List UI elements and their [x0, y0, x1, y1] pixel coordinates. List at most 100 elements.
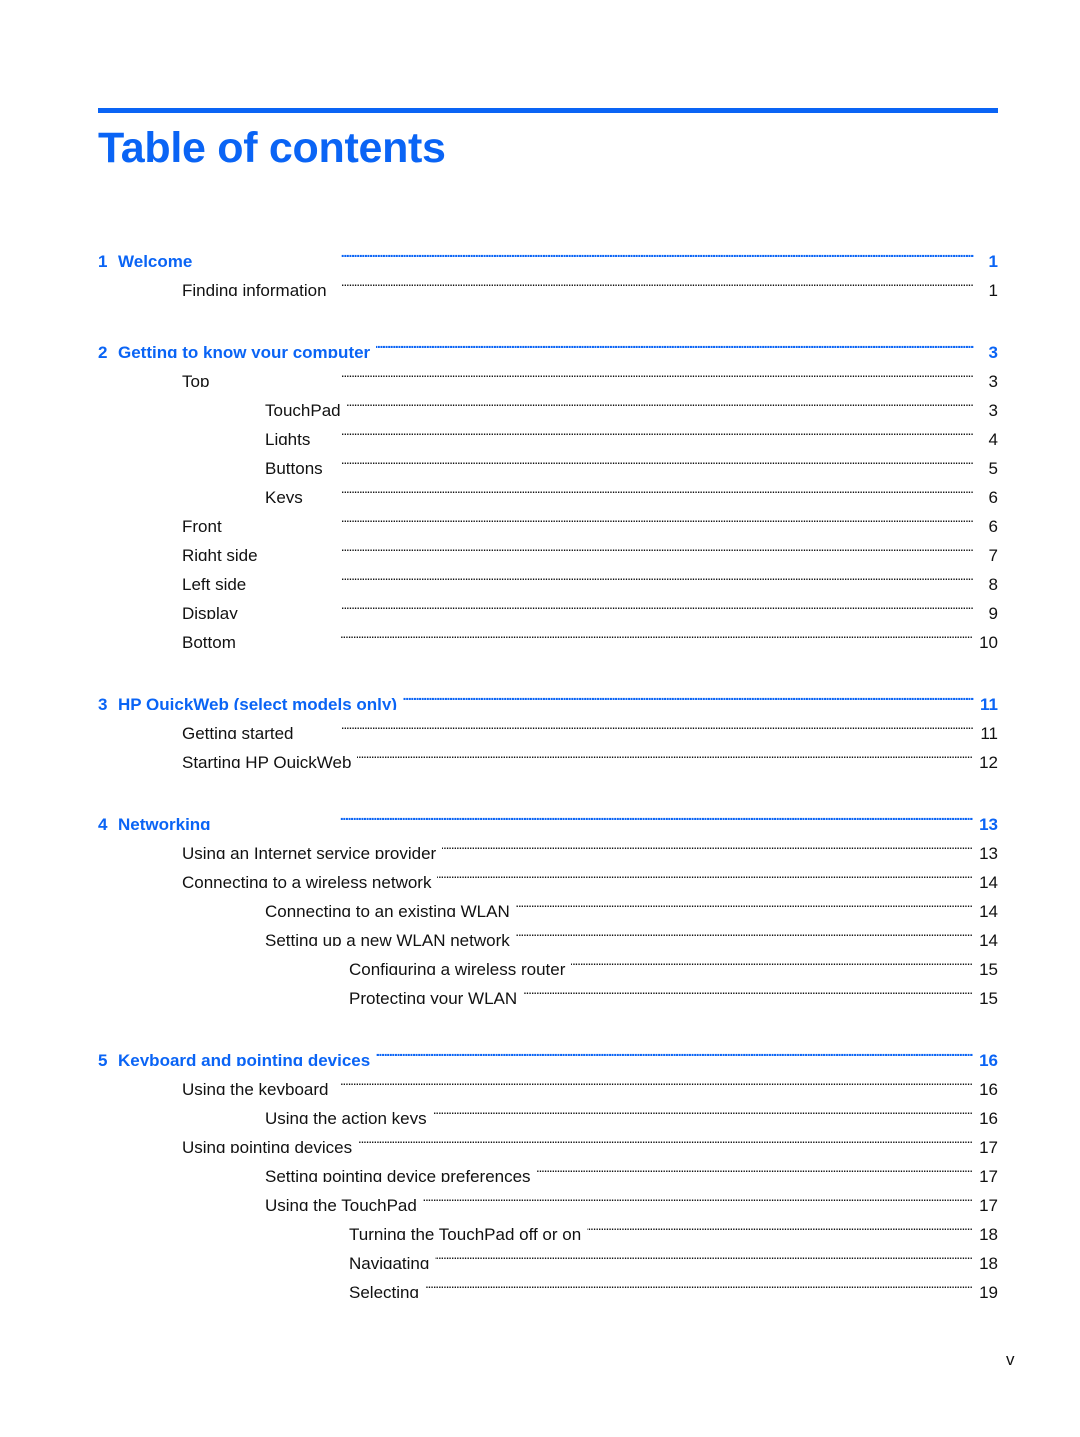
toc-entry[interactable]: TouchPad 3 — [98, 387, 998, 416]
toc-entry[interactable]: Setting up a new WLAN network 14 — [98, 917, 998, 946]
toc-entry[interactable]: Front 6 — [98, 503, 998, 532]
toc-entry-text: Left side — [182, 575, 247, 590]
toc-chapter-entry[interactable]: 1 Welcome 1 — [98, 238, 998, 267]
toc-entry[interactable]: Navigating 18 — [98, 1240, 998, 1269]
toc-entry[interactable]: Getting started 11 — [98, 710, 998, 739]
toc-entry-text: Display — [182, 604, 238, 619]
dot-leader — [242, 619, 973, 648]
toc-page-number: 7 — [988, 546, 998, 561]
toc-page-number: 16 — [979, 1080, 998, 1095]
toc-entry[interactable]: Keys 6 — [98, 474, 998, 503]
toc-entry[interactable]: Configuring a wireless router 15 — [98, 946, 998, 975]
toc-chapter-entry[interactable]: 4 Networking 13 — [98, 801, 998, 830]
toc-entry-text: Right side — [182, 546, 258, 561]
dot-leader — [358, 1124, 973, 1153]
toc-entry-label: Connecting to an existing WLAN — [98, 897, 516, 917]
toc-entry[interactable]: Starting HP QuickWeb 12 — [98, 739, 998, 768]
toc-entry[interactable]: Protecting your WLAN 15 — [98, 975, 998, 1004]
chapter-number: 4 — [98, 815, 108, 830]
chapter-number: 3 — [98, 695, 108, 710]
toc-entry-label: Left side — [98, 570, 252, 590]
toc-entry[interactable]: Connecting to an existing WLAN 14 — [98, 888, 998, 917]
dot-leader — [198, 238, 974, 267]
toc-page-number: 3 — [988, 401, 998, 416]
dot-leader — [376, 1037, 973, 1066]
toc-entry-label: Protecting your WLAN — [98, 984, 523, 1004]
dot-leader — [228, 503, 974, 532]
toc-page-number: 11 — [980, 724, 998, 739]
toc-entry-label: TouchPad — [98, 396, 347, 416]
toc-entry[interactable]: Using an Internet service provider 13 — [98, 830, 998, 859]
dot-leader — [357, 739, 973, 768]
toc-entry-text: Using the action keys — [265, 1109, 427, 1124]
toc-entry-label: 1 Welcome — [98, 247, 198, 267]
toc-page-number: 16 — [979, 1109, 998, 1124]
toc-entry[interactable]: Buttons 5 — [98, 445, 998, 474]
toc-entry-label: Starting HP QuickWeb — [98, 748, 357, 768]
toc-entry[interactable]: Left side 8 — [98, 561, 998, 590]
toc-entry-text: Buttons — [265, 459, 323, 474]
toc-entry-label: Using an Internet service provider — [98, 839, 442, 859]
dot-leader — [437, 859, 973, 888]
toc-entry[interactable]: Selecting 19 — [98, 1269, 998, 1298]
dot-leader — [442, 830, 973, 859]
toc-entry[interactable]: Using the action keys 16 — [98, 1095, 998, 1124]
toc-entry[interactable]: Using pointing devices 17 — [98, 1124, 998, 1153]
toc-page-number: 13 — [979, 815, 998, 830]
toc-page-number: 14 — [979, 873, 998, 888]
toc-entry[interactable]: Bottom 10 — [98, 619, 998, 648]
toc-entry-text: Using an Internet service provider — [182, 844, 437, 859]
page-title: Table of contents — [98, 124, 446, 172]
toc-entry-label: Connecting to a wireless network — [98, 868, 437, 888]
toc-entry-label: Finding information — [98, 276, 333, 296]
dot-leader — [329, 445, 974, 474]
toc-page-number: 17 — [979, 1167, 998, 1182]
toc-entry-text: Configuring a wireless router — [349, 960, 566, 975]
toc-entry-label: Buttons — [98, 454, 329, 474]
toc-entry[interactable]: Turning the TouchPad off or on 18 — [98, 1211, 998, 1240]
toc-chapter-entry[interactable]: 2 Getting to know your computer 3 — [98, 329, 998, 358]
chapter-number: 1 — [98, 252, 108, 267]
toc-entry[interactable]: Using the keyboard 16 — [98, 1066, 998, 1095]
toc-page-number: 9 — [988, 604, 998, 619]
toc-chapter-entry[interactable]: 3 HP QuickWeb (select models only) 11 — [98, 681, 998, 710]
dot-leader — [587, 1211, 973, 1240]
toc-page-number: 8 — [988, 575, 998, 590]
dot-leader — [300, 710, 974, 739]
toc-entry-text: Setting pointing device preferences — [265, 1167, 531, 1182]
toc-page-number: 19 — [979, 1283, 998, 1298]
dot-leader — [433, 1095, 973, 1124]
toc-page-number: 13 — [979, 844, 998, 859]
toc-page-number: 12 — [979, 753, 998, 768]
toc-entry-label: Navigating — [98, 1249, 435, 1269]
toc-page-number: 15 — [979, 960, 998, 975]
toc-chapter-entry[interactable]: 5 Keyboard and pointing devices 16 — [98, 1037, 998, 1066]
toc-entry[interactable]: Display 9 — [98, 590, 998, 619]
toc-page-number: 6 — [988, 488, 998, 503]
toc-page-number: 17 — [979, 1138, 998, 1153]
toc-page-number: 1 — [988, 252, 998, 267]
toc-entry[interactable]: Right side 7 — [98, 532, 998, 561]
toc-page-number: 17 — [979, 1196, 998, 1211]
toc-entry[interactable]: Using the TouchPad 17 — [98, 1182, 998, 1211]
dot-leader — [425, 1269, 973, 1298]
toc-entry-label: 4 Networking — [98, 810, 217, 830]
toc-entry-label: Turning the TouchPad off or on — [98, 1220, 587, 1240]
toc-page-number: 18 — [979, 1225, 998, 1240]
toc-page-number: 5 — [988, 459, 998, 474]
toc-entry[interactable]: Lights 4 — [98, 416, 998, 445]
toc-entry-text: HP QuickWeb (select models only) — [118, 695, 398, 710]
dot-leader — [252, 561, 974, 590]
dot-leader — [376, 329, 974, 358]
toc-entry[interactable]: Setting pointing device preferences 17 — [98, 1153, 998, 1182]
toc-entry[interactable]: Connecting to a wireless network 14 — [98, 859, 998, 888]
toc-page-number: 3 — [988, 343, 998, 358]
toc-entry-text: Using pointing devices — [182, 1138, 353, 1153]
toc-entry-label: Selecting — [98, 1278, 425, 1298]
dot-leader — [215, 358, 974, 387]
toc-entry[interactable]: Finding information 1 — [98, 267, 998, 296]
toc-entry-label: Configuring a wireless router — [98, 955, 571, 975]
toc-page-number: 15 — [979, 989, 998, 1004]
toc-entry[interactable]: Top 3 — [98, 358, 998, 387]
toc-entry-text: Getting started — [182, 724, 294, 739]
